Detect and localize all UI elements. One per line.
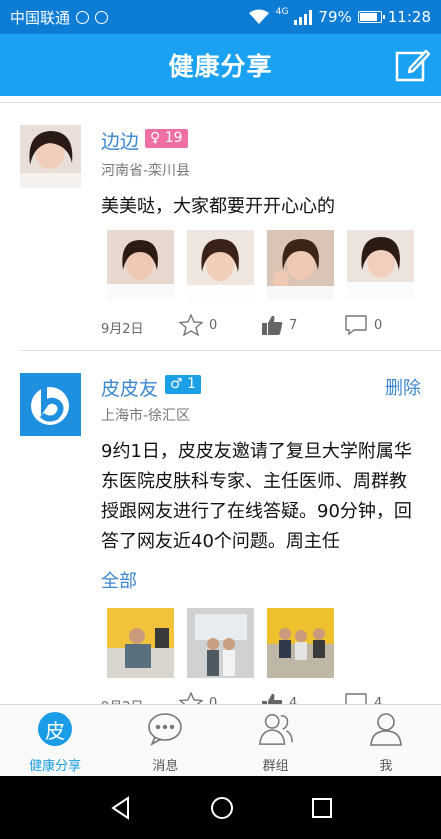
user-location: 河南省-栾川县 [101, 163, 191, 179]
carrier-name: 中国联通 [10, 8, 71, 27]
person-icon [370, 713, 402, 746]
like-count: 7 [289, 317, 298, 333]
battery-icon [357, 11, 385, 23]
back-icon[interactable] [108, 795, 134, 821]
like-button[interactable]: 7 [261, 314, 297, 336]
user-location: 上海市-徐汇区 [101, 408, 191, 424]
post-photo[interactable] [267, 230, 334, 300]
post-photo[interactable] [267, 608, 334, 678]
tab-label: 消息 [152, 759, 179, 774]
comment-count: 4 [374, 695, 383, 705]
tab-label: 我 [379, 759, 393, 774]
comment-button[interactable]: 4 [344, 692, 382, 704]
divider [0, 102, 441, 103]
post-photo[interactable] [187, 230, 254, 300]
tab-me[interactable]: 我 [331, 705, 441, 776]
post-photo[interactable] [107, 608, 174, 678]
home-icon[interactable] [209, 795, 235, 821]
feed-list[interactable]: 边边 ♀ 19 河南省-栾川县 美美哒，大家都要开开心心的 9月2日 0 7 0… [0, 96, 441, 704]
tab-label: 群组 [262, 759, 289, 774]
post-actions: 9月2日 0 4 4 [101, 692, 421, 704]
post-photo[interactable] [187, 608, 254, 678]
wifi-icon [248, 9, 269, 24]
comment-count: 0 [374, 317, 383, 333]
star-icon [179, 692, 203, 704]
divider [20, 350, 441, 351]
photo-grid [107, 608, 334, 678]
like-count: 4 [289, 695, 298, 705]
post-content: 9约1日，皮皮友邀请了复旦大学附属华东医院皮肤科专家、主任医师、周群教授跟网友进… [101, 441, 412, 552]
thumbs-up-icon [262, 693, 283, 704]
avatar[interactable] [20, 373, 81, 436]
pi-logo-icon: 皮 [38, 712, 73, 746]
like-button[interactable]: 4 [261, 692, 297, 704]
age-value: 19 [164, 130, 183, 146]
post-photo[interactable] [347, 230, 414, 300]
post-date: 9月2日 [101, 696, 144, 704]
post-content: 美美哒，大家都要开开心心的 [101, 196, 335, 217]
tab-messages[interactable]: 消息 [110, 705, 220, 776]
age-value: 1 [187, 376, 196, 392]
avatar[interactable] [20, 125, 81, 188]
user-name[interactable]: 皮皮友 [101, 374, 158, 401]
comment-icon [345, 693, 367, 704]
post-actions: 9月2日 0 7 0 [101, 314, 421, 338]
app-notification-icon [95, 10, 109, 24]
signal-icon [294, 9, 313, 25]
favorite-button[interactable]: 0 [179, 314, 217, 336]
comment-icon [345, 315, 367, 336]
comment-button[interactable]: 0 [344, 314, 382, 336]
chat-bubble-icon [148, 713, 183, 746]
favorite-count: 0 [209, 317, 218, 333]
favorite-count: 0 [209, 695, 218, 705]
notification-icon [76, 10, 90, 24]
tab-groups[interactable]: 群组 [221, 705, 331, 776]
user-name[interactable]: 边边 [101, 127, 139, 154]
page-title: 健康分享 [168, 52, 273, 81]
delete-button[interactable]: 删除 [385, 374, 421, 400]
bottom-tab-bar: 皮 健康分享 消息 群组 我 [0, 704, 441, 776]
battery-percent: 79% [318, 8, 352, 26]
status-bar: 中国联通 4G 79% 11:28 [0, 0, 441, 34]
show-all-link[interactable]: 全部 [101, 567, 137, 593]
recent-apps-icon[interactable] [310, 796, 334, 820]
male-icon: ♂ [170, 376, 183, 392]
photo-grid [107, 230, 414, 300]
gender-age-badge: ♂ 1 [165, 375, 201, 394]
female-icon: ♀ [150, 130, 161, 146]
clock: 11:28 [387, 8, 431, 26]
favorite-button[interactable]: 0 [179, 692, 217, 704]
post-photo[interactable] [107, 230, 174, 300]
app-header: 健康分享 [0, 34, 441, 96]
network-type: 4G [275, 7, 289, 17]
star-icon [179, 314, 203, 336]
system-nav-bar [0, 776, 441, 839]
post-date: 9月2日 [101, 322, 144, 337]
tab-health-share[interactable]: 皮 健康分享 [0, 705, 110, 776]
gender-age-badge: ♀ 19 [145, 129, 188, 148]
group-icon [258, 714, 293, 745]
compose-icon[interactable] [393, 46, 431, 84]
tab-label: 健康分享 [29, 759, 82, 774]
thumbs-up-icon [262, 315, 283, 335]
